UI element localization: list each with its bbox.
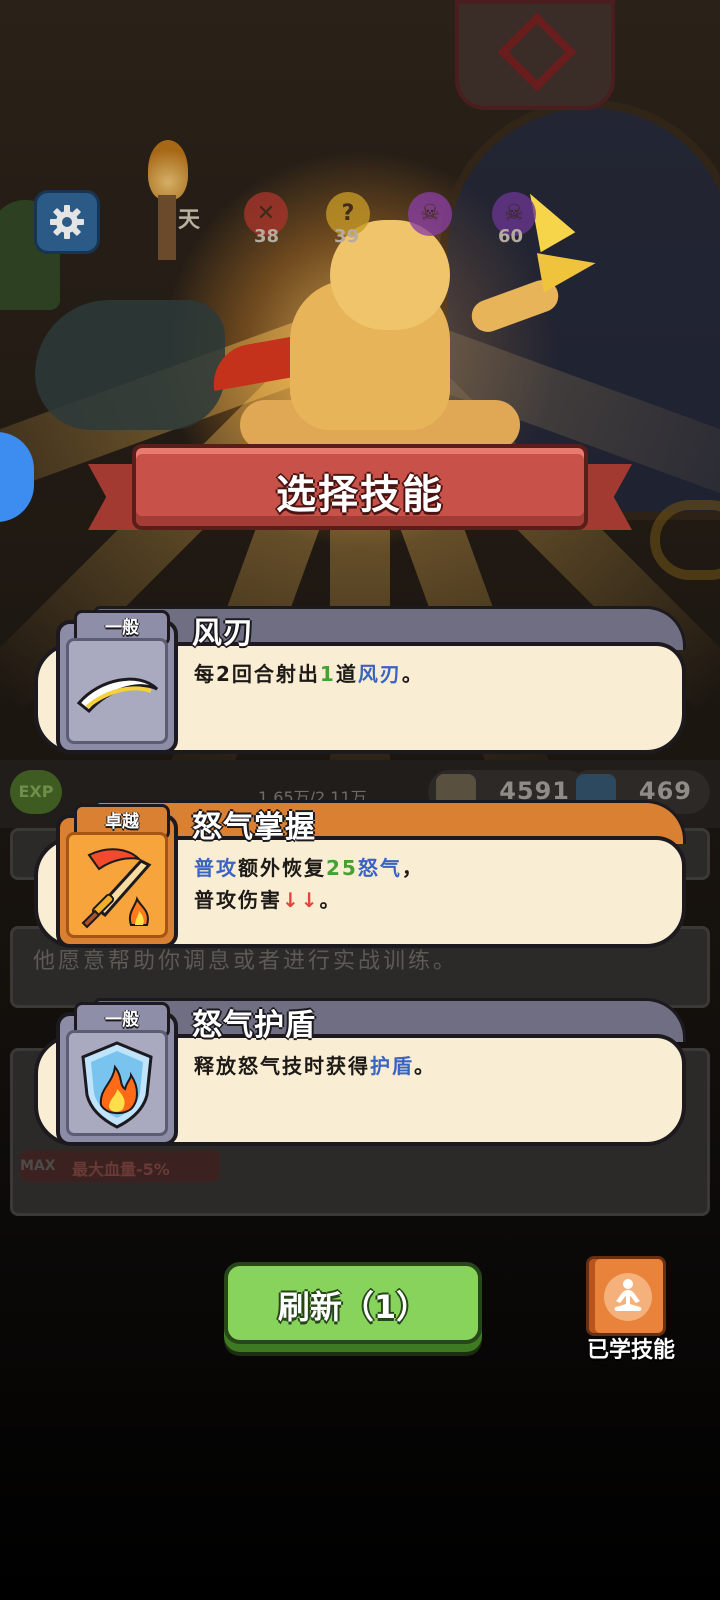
fire-shield-icon	[81, 1041, 153, 1129]
max-label: MAX	[20, 1158, 56, 1174]
settings-button[interactable]	[34, 190, 100, 254]
stat-value: 38	[254, 226, 280, 247]
top-status-bar: 天 ✕ 38 ? 39 ☠ ☠ 60	[160, 192, 540, 247]
skill-book-icon	[586, 1256, 666, 1336]
skill-description: 每2回合射出1道风刃。	[194, 662, 424, 686]
edge-ornament	[650, 500, 720, 580]
dragon-silhouette	[35, 300, 225, 430]
castle-banner	[455, 0, 615, 110]
dim-stat-text: 最大血量-5%	[72, 1160, 170, 1179]
stat-value: 39	[334, 226, 360, 247]
skill-icon-frame: 卓越	[56, 804, 178, 948]
skill-name: 风刃	[192, 616, 254, 651]
stat-value: 60	[498, 226, 524, 247]
dim-stat-chip: MAX 最大血量-5%	[20, 1150, 220, 1182]
skill-card-wind-blade[interactable]: 风刃 每2回合射出1道风刃。 一般	[34, 606, 686, 754]
gear-icon	[50, 205, 84, 239]
skill-card-rage-mastery[interactable]: 怒气掌握 普攻额外恢复25怒气， 普攻伤害↓↓。 卓越	[34, 800, 686, 948]
page-title: 选择技能	[276, 472, 444, 518]
skill-icon-frame: 一般	[56, 610, 178, 754]
refresh-button[interactable]: 刷新（1）	[224, 1262, 482, 1344]
title-ribbon: 选择技能	[88, 444, 632, 540]
learned-skills-label: 已学技能	[586, 1338, 675, 1363]
skill-card-rage-shield[interactable]: 怒气护盾 释放怒气技时获得护盾。 一般	[34, 998, 686, 1146]
meditation-icon	[604, 1273, 652, 1321]
flaming-sword-icon	[81, 848, 152, 929]
skill-name: 怒气护盾	[192, 1008, 316, 1043]
wind-blade-icon	[76, 677, 159, 714]
skill-description: 释放怒气技时获得护盾。	[194, 1054, 436, 1078]
day-label: 天	[178, 208, 201, 233]
skill-icon-frame: 一般	[56, 1002, 178, 1146]
learned-skills-button[interactable]: 已学技能	[566, 1256, 696, 1366]
skill-name: 怒气掌握	[192, 810, 316, 845]
skull-icon: ☠	[408, 192, 452, 236]
refresh-button-label: 刷新（1）	[277, 1288, 429, 1326]
skill-description: 普攻额外恢复25怒气， 普攻伤害↓↓。	[194, 856, 424, 912]
